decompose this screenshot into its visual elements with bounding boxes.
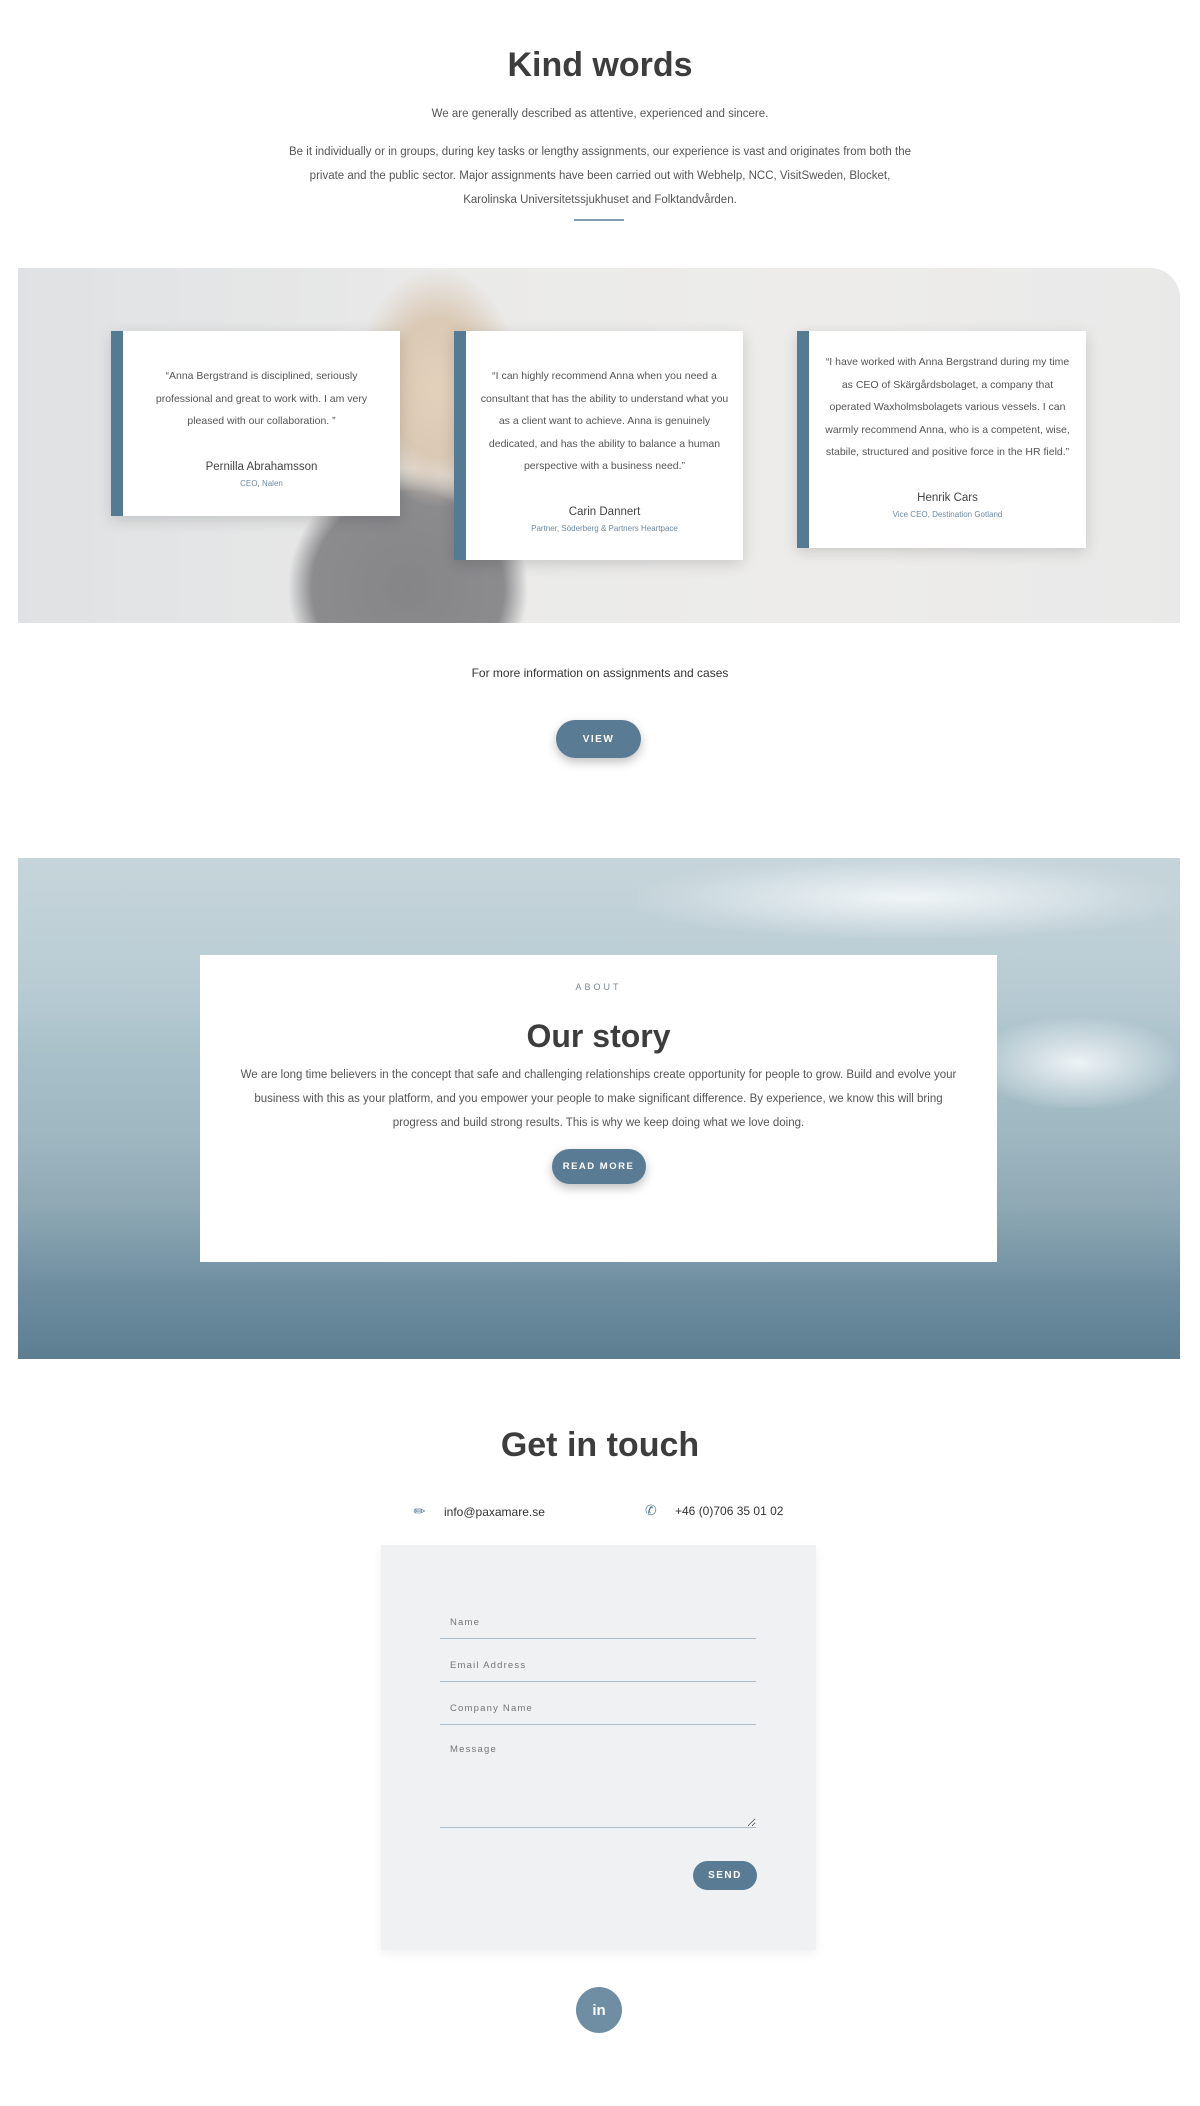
company-input[interactable] [440, 1700, 756, 1725]
testimonial-role: Vice CEO, Destination Gotland [892, 509, 1003, 519]
phone-link[interactable]: +46 (0)706 35 01 02 [675, 1504, 783, 1518]
about-title: Our story [526, 1018, 671, 1054]
kind-words-subtitle: We are generally described as attentive,… [431, 108, 769, 120]
read-more-button[interactable]: READ MORE [551, 1149, 646, 1184]
testimonial-quote: “I have worked with Anna Bergstrand duri… [825, 356, 1070, 458]
testimonial-name: Carin Dannert [568, 505, 641, 518]
testimonial-name: Henrik Cars [917, 491, 978, 504]
view-button[interactable]: VIEW [556, 720, 641, 758]
kind-words-body: Be it individually or in groups, during … [289, 146, 911, 206]
send-button[interactable]: SEND [693, 1861, 757, 1890]
divider [574, 219, 624, 221]
message-textarea[interactable] [440, 1744, 756, 1828]
pencil-icon: ✎ [409, 1501, 430, 1521]
kind-words-title: Kind words [507, 46, 693, 84]
testimonial-role: Partner, Söderberg & Partners Heartpace [531, 523, 678, 533]
email-link[interactable]: info@paxamare.se [444, 1505, 545, 1519]
linkedin-icon[interactable]: in [576, 1987, 622, 2033]
contact-title: Get in touch [500, 1426, 700, 1464]
more-info-text: For more information on assignments and … [471, 666, 729, 680]
about-card: ABOUT Our story We are long time believe… [200, 955, 997, 1262]
testimonial-quote: “I can highly recommend Anna when you ne… [480, 370, 729, 472]
phone-icon: ✆ [645, 1502, 657, 1518]
testimonial-name: Pernilla Abrahamsson [205, 460, 318, 473]
testimonial-card: “Anna Bergstrand is disciplined, serious… [111, 331, 400, 516]
testimonial-role: CEO, Nalen [240, 478, 283, 488]
testimonial-card: “I can highly recommend Anna when you ne… [454, 331, 743, 560]
testimonial-quote: “Anna Bergstrand is disciplined, serious… [155, 370, 368, 427]
name-input[interactable] [440, 1614, 756, 1639]
email-input[interactable] [440, 1657, 756, 1682]
about-eyebrow: ABOUT [575, 982, 622, 992]
about-body: We are long time believers in the concep… [240, 1069, 957, 1129]
testimonial-card: “I have worked with Anna Bergstrand duri… [797, 331, 1086, 548]
